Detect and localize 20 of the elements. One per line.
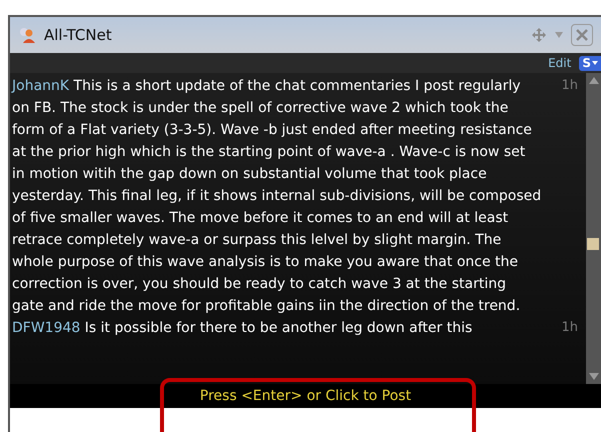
dropdown-icon[interactable] (555, 32, 563, 38)
author-link[interactable]: DFW1948 (12, 320, 80, 336)
scroll-thumb[interactable] (587, 238, 599, 250)
user-icon (18, 26, 36, 44)
close-button[interactable] (571, 24, 593, 46)
window-title: All-TCNet (44, 24, 112, 46)
caret-icon (592, 61, 598, 65)
scroll-up-icon[interactable] (588, 77, 598, 84)
message-input[interactable] (10, 408, 601, 432)
chat-message: JohannK This is a short update of the chat commentaries I post regularly on FB. The stock is under the spell of corrective wave 2 which took the form of a Flat variety (3-3-5). Wave -b just ended after meeting resistance at the prior high which is the starting point of wave-a . Wave-c is now set in motion witih the gap down on substantial volume that took place yesterday. This final leg, if it shows internal sub-divisions, will be composed of five smaller waves. The move before it comes to an end will at least retrace completely wave-a or surpass this lelvel by slight margin. The whole purpose of this wave analysis is to make you aware that once the correction is over, you should be ready to catch wave 3 at the starting gate and ride the move for profitable gains iin the direction of the trend. (12, 77, 542, 316)
message-time: 1h (560, 77, 578, 95)
message-time: 1h (560, 319, 578, 337)
move-icon[interactable] (531, 27, 547, 43)
chat-message: DFW1948 Is it possible for there to be another leg down after this (12, 319, 474, 338)
author-link[interactable]: JohannK (12, 78, 70, 94)
scrollbar[interactable] (586, 73, 601, 384)
s-button[interactable]: S (579, 56, 601, 70)
close-icon (576, 29, 588, 41)
scroll-down-icon[interactable] (588, 373, 598, 380)
edit-link[interactable]: Edit (548, 54, 572, 72)
